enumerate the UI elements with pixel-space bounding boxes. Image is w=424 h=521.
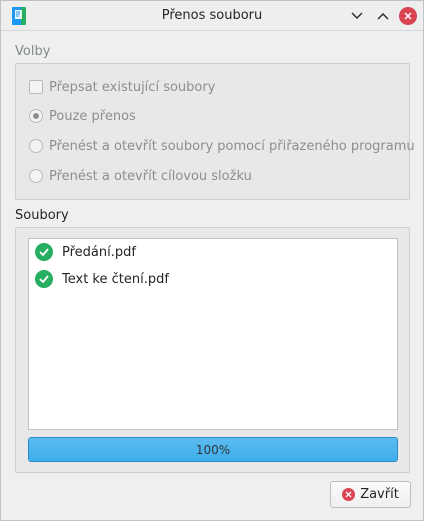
radio-button (29, 139, 43, 153)
title-bar[interactable]: Přenos souboru (1, 1, 423, 31)
overwrite-label: Přepsat existující soubory (49, 79, 216, 95)
check-circle-icon (35, 270, 53, 288)
overwrite-checkbox (29, 80, 43, 94)
radio-transfer-only: Pouze přenos (29, 107, 136, 125)
chevron-down-icon (351, 12, 363, 19)
radio-transfer-open-folder: Přenést a otevřít cílovou složku (29, 167, 252, 185)
file-name: Text ke čtení.pdf (62, 271, 169, 287)
files-list[interactable]: Předání.pdf Text ke čtení.pdf (28, 238, 398, 430)
radio-button (29, 169, 43, 183)
radio-button-selected (29, 109, 43, 123)
check-circle-icon (35, 243, 53, 261)
close-icon (342, 488, 356, 501)
transfer-dialog: Přenos souboru Volby Přepsat existující … (0, 0, 424, 521)
progress-text: 100% (195, 443, 231, 457)
maximize-button[interactable] (373, 6, 393, 26)
list-item[interactable]: Text ke čtení.pdf (35, 269, 169, 289)
radio-label: Přenést a otevřít cílovou složku (49, 168, 252, 184)
chevron-up-icon (377, 13, 389, 20)
close-button-label: Zavřít (360, 487, 399, 502)
close-window-button[interactable] (398, 6, 418, 26)
list-item[interactable]: Předání.pdf (35, 242, 136, 262)
options-group-label: Volby (15, 44, 51, 59)
radio-transfer-open-files: Přenést a otevřít soubory pomocí přiřaze… (29, 137, 415, 155)
minimize-button[interactable] (347, 6, 367, 26)
radio-label: Přenést a otevřít soubory pomocí přiřaze… (49, 138, 415, 154)
close-button[interactable]: Zavřít (330, 481, 411, 508)
radio-dot-icon (33, 113, 39, 119)
close-icon (399, 7, 417, 25)
radio-label: Pouze přenos (49, 108, 136, 124)
progress-bar: 100% (28, 437, 398, 462)
files-group-label: Soubory (15, 208, 69, 223)
overwrite-option: Přepsat existující soubory (29, 78, 215, 96)
file-name: Předání.pdf (62, 244, 136, 260)
